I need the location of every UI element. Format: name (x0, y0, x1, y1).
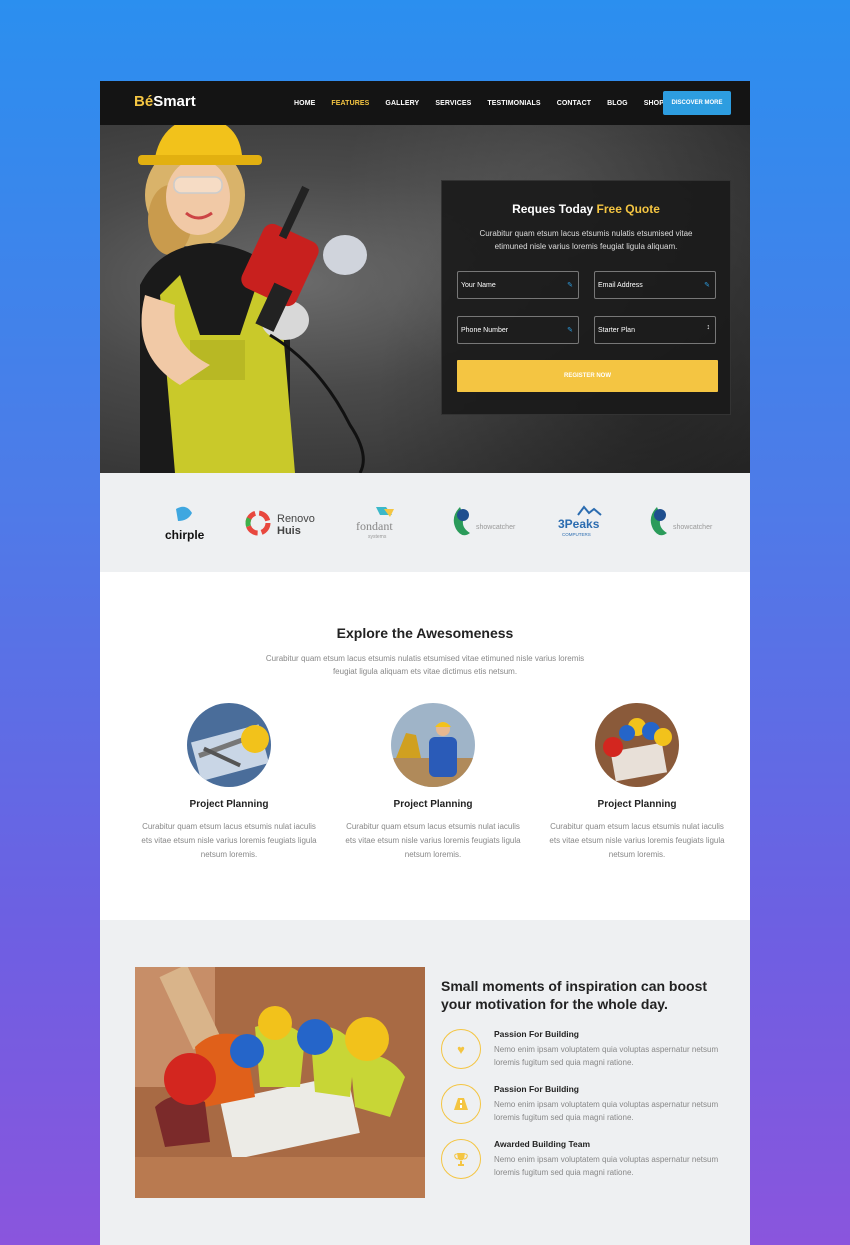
logo-showcatcher-2: showcatcher (645, 503, 720, 543)
inspiration-section: Small moments of inspiration can boost y… (100, 920, 750, 1245)
site-engineer-image (391, 703, 475, 787)
nav-testimonials[interactable]: TESTIMONIALS (487, 100, 540, 107)
feature-card: Project Planning Curabitur quam etsum la… (139, 703, 319, 862)
inspiration-item-title: Awarded Building Team (494, 1139, 591, 1149)
client-logos-strip: chirple Renovo Huis fondant systems show… (100, 473, 750, 572)
svg-text:chirple: chirple (165, 528, 205, 542)
svg-text:Huis: Huis (277, 525, 301, 537)
feature-text: Curabitur quam etsum lacus etsumis nulat… (141, 822, 317, 859)
quote-form-panel: Reques Today Free Quote Curabitur quam e… (441, 180, 731, 415)
feature-text: Curabitur quam etsum lacus etsumis nulat… (549, 822, 725, 859)
select-arrows-icon: ↕ (706, 324, 711, 331)
trophy-icon (441, 1139, 481, 1179)
top-navbar: BéSmart HOME FEATURES GALLERY SERVICES T… (100, 81, 750, 125)
feature-text: Curabitur quam etsum lacus etsumis nulat… (345, 822, 521, 859)
plan-select[interactable]: Starter Plan ↕ (594, 316, 716, 344)
feature-title: Project Planning (597, 799, 677, 810)
nav-shop[interactable]: SHOP (644, 100, 664, 107)
inspiration-item: Passion For Building Nemo enim ipsam vol… (441, 1084, 731, 1128)
nav-contact[interactable]: CONTACT (557, 100, 591, 107)
quote-description: Curabitur quam etsum lacus etsumis nulat… (479, 229, 693, 251)
hero-section: Reques Today Free Quote Curabitur quam e… (100, 125, 750, 473)
nav-blog[interactable]: BLOG (607, 100, 628, 107)
inspiration-item-text: Nemo enim ipsam voluptatem quia voluptas… (494, 1045, 719, 1067)
feature-title: Project Planning (393, 799, 473, 810)
team-meeting-image (135, 967, 425, 1198)
svg-text:COMPUTERS: COMPUTERS (562, 532, 591, 537)
nav-services[interactable]: SERVICES (435, 100, 471, 107)
main-menu: HOME FEATURES GALLERY SERVICES TESTIMONI… (294, 81, 680, 125)
svg-text:systems: systems (368, 534, 387, 540)
pencil-icon: ✎ (567, 282, 573, 289)
pencil-icon: ✎ (704, 282, 710, 289)
pencil-icon: ✎ (567, 327, 573, 334)
road-icon (441, 1084, 481, 1124)
email-field[interactable]: Email Address ✎ (594, 271, 716, 299)
svg-text:showcatcher: showcatcher (673, 524, 713, 531)
nav-gallery[interactable]: GALLERY (385, 100, 419, 107)
inspiration-item: ♥ Passion For Building Nemo enim ipsam v… (441, 1029, 731, 1073)
construction-worker-image (138, 125, 367, 473)
features-description: Curabitur quam etsum lacus etsumis nulat… (265, 654, 585, 676)
quote-title: Reques Today Free Quote (512, 202, 660, 216)
logo-3peaks: 3Peaks COMPUTERS (556, 503, 611, 543)
inspiration-item: Awarded Building Team Nemo enim ipsam vo… (441, 1139, 731, 1183)
inspiration-item-text: Nemo enim ipsam voluptatem quia voluptas… (494, 1100, 719, 1122)
svg-text:showcatcher: showcatcher (476, 524, 516, 531)
inspiration-item-text: Nemo enim ipsam voluptatem quia voluptas… (494, 1155, 719, 1177)
feature-title: Project Planning (189, 799, 269, 810)
register-now-button[interactable]: REGISTER NOW (457, 360, 718, 392)
site-logo[interactable]: BéSmart (134, 93, 196, 110)
feature-card: Project Planning Curabitur quam etsum la… (547, 703, 727, 862)
blueprint-tools-image (187, 703, 271, 787)
svg-text:fondant: fondant (356, 519, 393, 533)
features-title: Explore the Awesomeness (336, 625, 514, 641)
landing-page: BéSmart HOME FEATURES GALLERY SERVICES T… (100, 81, 750, 1245)
svg-text:Renovo: Renovo (277, 513, 315, 525)
features-section: Explore the Awesomeness Curabitur quam e… (100, 572, 750, 920)
team-helmets-image (595, 703, 679, 787)
logo-text: Smart (153, 93, 196, 110)
name-field[interactable]: Your Name ✎ (457, 271, 579, 299)
inspiration-item-title: Passion For Building (494, 1029, 580, 1039)
heart-icon: ♥ (441, 1029, 481, 1069)
logo-accent-text: Bé (134, 93, 154, 110)
logo-showcatcher-1: showcatcher (448, 503, 523, 543)
discover-more-button[interactable]: DISCOVER MORE (663, 91, 731, 115)
nav-home[interactable]: HOME (294, 100, 315, 107)
svg-text:3Peaks: 3Peaks (558, 517, 600, 531)
inspiration-item-title: Passion For Building (494, 1084, 580, 1094)
feature-card: Project Planning Curabitur quam etsum la… (343, 703, 523, 862)
nav-features[interactable]: FEATURES (331, 100, 369, 107)
phone-field[interactable]: Phone Number ✎ (457, 316, 579, 344)
logo-renovo-huis: Renovo Huis (243, 503, 328, 543)
logo-fondant-systems: fondant systems (354, 503, 416, 543)
inspiration-title: Small moments of inspiration can boost y… (441, 978, 708, 1012)
logo-chirple: chirple (162, 503, 207, 543)
